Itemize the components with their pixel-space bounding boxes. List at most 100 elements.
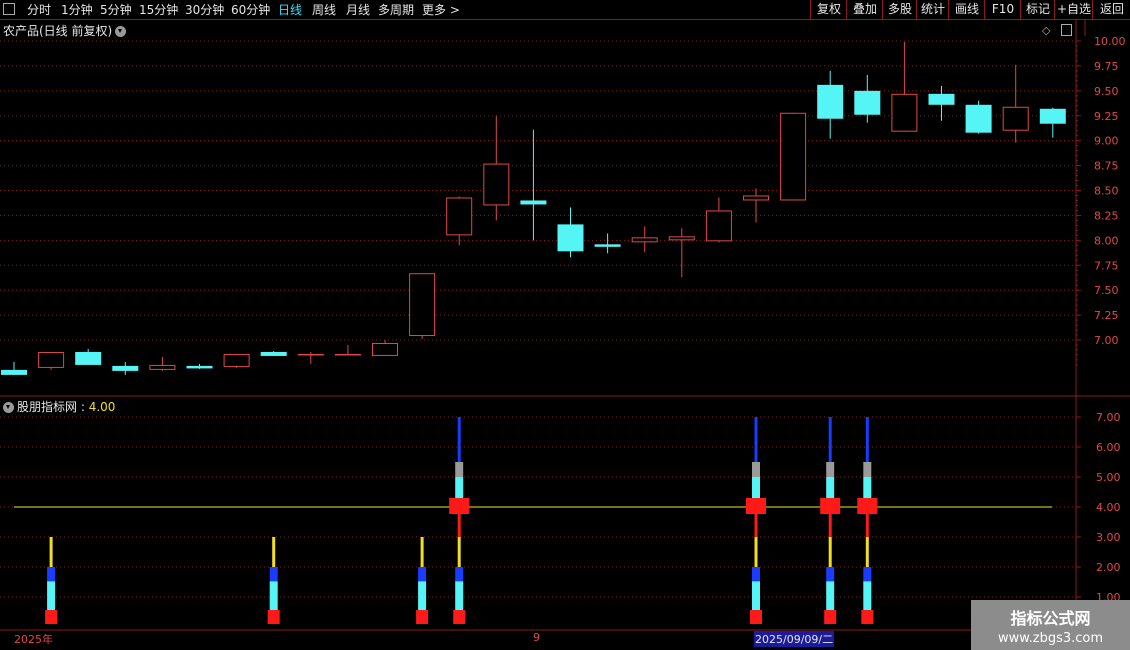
- candle-body: [928, 93, 955, 105]
- candlestick: [1002, 64, 1029, 143]
- signal-gray: [418, 581, 427, 582]
- signal-yellow: [828, 537, 832, 567]
- candlestick: [891, 41, 918, 132]
- signal-blue-line: [828, 417, 832, 462]
- signal-base: [750, 610, 762, 624]
- signal-blue: [455, 567, 464, 581]
- signal-red-square: [820, 498, 841, 514]
- candle-body: [186, 365, 213, 369]
- candle-body: [1039, 108, 1066, 124]
- indicator-title: 股朋指标网 : 4.00: [3, 398, 115, 415]
- candlestick: [112, 361, 139, 375]
- signal-gray: [455, 581, 464, 582]
- candle-body: [817, 84, 844, 119]
- signal-yellow: [865, 537, 869, 567]
- signal-blue: [47, 567, 56, 581]
- signal-cyan: [455, 582, 464, 610]
- indicator-tick-label: 2.00: [1096, 561, 1121, 574]
- candlestick: [260, 350, 287, 356]
- date-year-label: 2025年: [14, 633, 53, 646]
- indicator-value: 4.00: [88, 400, 116, 414]
- signal-blue: [826, 567, 835, 581]
- candle-body: [149, 364, 176, 370]
- candle-body: [372, 342, 398, 356]
- candlestick: [631, 226, 658, 253]
- chevron-down-icon[interactable]: [3, 402, 14, 413]
- price-tick-label: 7.75: [1094, 259, 1119, 272]
- signal-column: [857, 417, 878, 624]
- candlestick: [75, 348, 102, 365]
- candlestick: [520, 129, 547, 241]
- candle-body: [743, 195, 769, 201]
- signal-base: [45, 610, 58, 624]
- panel-toggle-icon[interactable]: [1061, 24, 1072, 36]
- chevron-down-icon[interactable]: [115, 26, 127, 37]
- signal-cyan: [269, 582, 278, 610]
- watermark-logo: 指标公式网 www.zbgs3.com: [971, 600, 1130, 650]
- signal-column: [820, 417, 841, 624]
- candle-body: [631, 237, 658, 243]
- signal-blue: [418, 567, 427, 581]
- candle-body: [75, 351, 102, 365]
- price-tick-label: 9.50: [1094, 85, 1119, 98]
- candle-body: [483, 163, 510, 206]
- chart-canvas[interactable]: 10.00 9.75 9.50 9.25 9.00 8.75 8.50 8.25 8.00 7.7…: [0, 0, 1130, 650]
- signal-red-square: [746, 498, 766, 514]
- signal-column: [746, 417, 766, 624]
- chart-title: 农产品(日线 前复权): [3, 22, 127, 39]
- candle-body: [965, 104, 992, 133]
- signal-cyan: [47, 582, 56, 610]
- signal-blue-line: [457, 417, 461, 462]
- price-tick-label: 7.25: [1094, 309, 1119, 322]
- price-tick-label: 9.00: [1094, 135, 1119, 148]
- chart-title-text: 农产品(日线 前复权): [3, 24, 113, 38]
- signal-red-square: [449, 498, 470, 514]
- signal-column: [267, 537, 280, 624]
- signal-cyan: [863, 582, 872, 610]
- candle-body: [1002, 106, 1029, 131]
- signal-blue: [863, 567, 872, 581]
- signal-blue-line: [754, 417, 758, 462]
- candle-body: [112, 365, 139, 371]
- candlestick: [446, 196, 473, 246]
- logo-url: www.zbgs3.com: [997, 631, 1104, 646]
- indicator-tick-label: 5.00: [1096, 471, 1121, 484]
- signal-upper-gray: [863, 462, 872, 477]
- price-tick-label: 9.25: [1094, 110, 1119, 123]
- candle-body: [334, 353, 361, 356]
- signal-yellow: [272, 537, 276, 567]
- candle-body: [668, 236, 695, 241]
- signal-blue-line: [865, 417, 869, 462]
- candle-body: [780, 112, 807, 201]
- signal-column: [45, 537, 58, 624]
- indicator-sep: :: [77, 400, 89, 414]
- candlestick: [409, 273, 436, 340]
- price-tick-label: 7.00: [1094, 334, 1119, 347]
- signal-upper-gray: [826, 462, 835, 477]
- candle-body: [1, 369, 27, 375]
- candle-body: [520, 200, 547, 205]
- candle-body: [260, 351, 287, 356]
- diamond-icon[interactable]: ◇: [1042, 24, 1050, 37]
- signal-base: [416, 610, 429, 624]
- candlestick: [483, 115, 510, 221]
- signal-base: [453, 610, 466, 624]
- signal-cyan: [752, 582, 760, 610]
- signal-upper-cyan: [752, 477, 760, 498]
- candlestick: [297, 351, 324, 364]
- candlestick: [705, 197, 732, 243]
- price-tick-label: 10.00: [1094, 35, 1126, 48]
- candle-body: [705, 210, 732, 242]
- candle-body: [446, 197, 473, 236]
- signal-yellow: [49, 537, 53, 567]
- price-tick-label: 8.00: [1094, 234, 1119, 247]
- candlestick: [743, 188, 769, 223]
- candle-body: [38, 351, 65, 368]
- signal-blue: [752, 567, 760, 581]
- candlestick: [557, 207, 584, 258]
- signal-yellow: [457, 537, 461, 567]
- candlestick: [372, 340, 398, 356]
- signal-gray: [269, 581, 278, 582]
- signal-cyan: [826, 582, 835, 610]
- candle-body: [854, 90, 881, 115]
